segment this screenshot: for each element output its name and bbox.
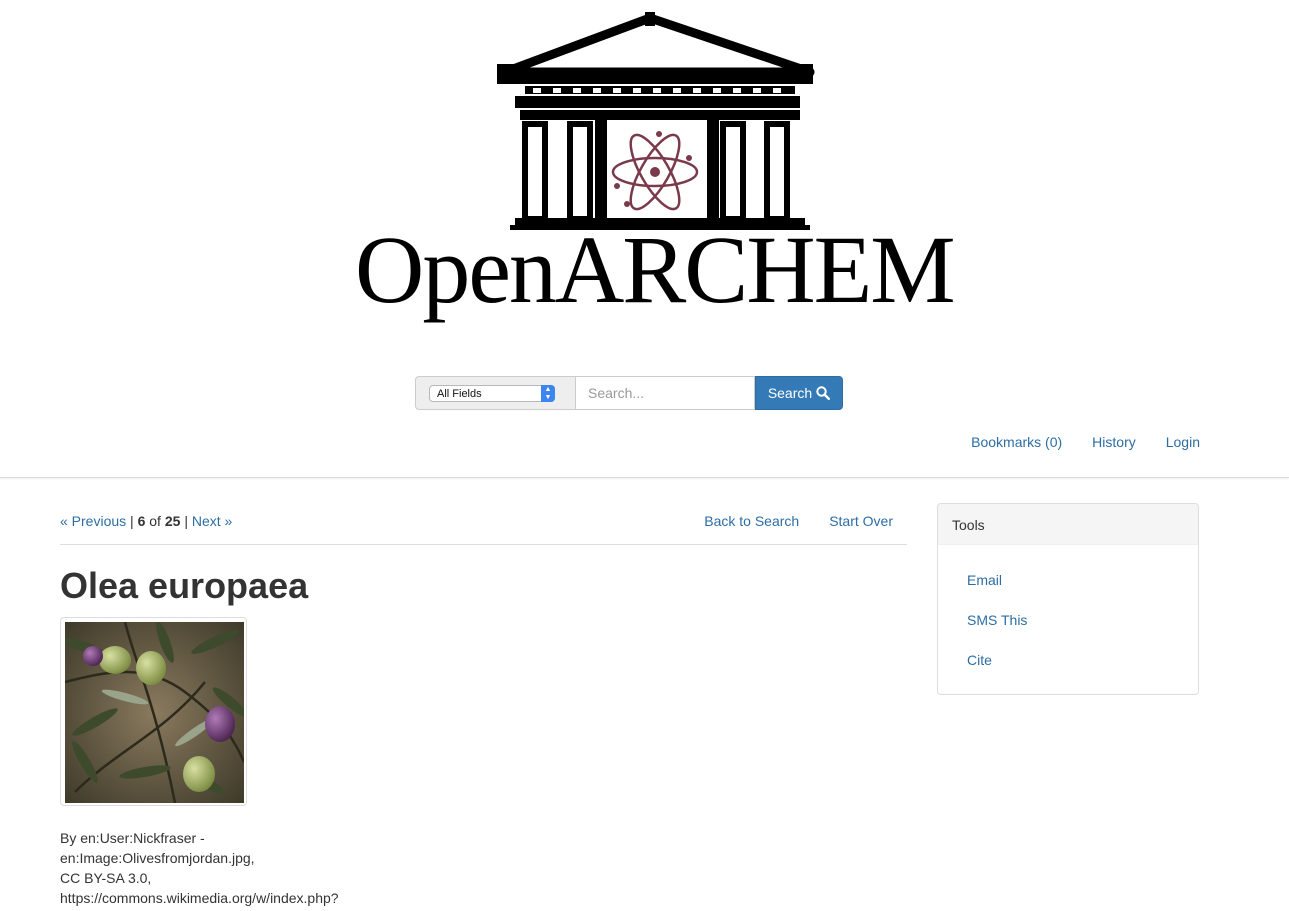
user-nav: Bookmarks (0) History Login: [971, 434, 1200, 450]
tools-list: Email SMS This Cite: [938, 545, 1198, 685]
attribution-line: en:Image:Olivesfromjordan.jpg,: [60, 850, 255, 866]
tools-item-cite: Cite: [967, 645, 1198, 685]
image-attribution: By en:User:Nickfraser - en:Image:Olivesf…: [60, 828, 360, 908]
email-link[interactable]: Email: [967, 572, 1002, 588]
logo-wordmark: OpenARCHEM: [355, 216, 956, 323]
pager-separator: |: [130, 513, 134, 529]
page-header: OpenARCHEM All Fields ▲▼ Search Bookmark…: [0, 0, 1289, 478]
select-arrows-icon: ▲ ▼: [541, 385, 555, 402]
tools-item-sms: SMS This: [967, 605, 1198, 645]
olive-branch-image: [65, 622, 244, 803]
of-label: of: [149, 513, 161, 529]
start-over-link[interactable]: Start Over: [829, 513, 893, 529]
search-context-bar: « Previous | 6 of 25 | Next » Back to Se…: [60, 503, 907, 545]
search-field-group: All Fields ▲ ▼: [415, 376, 575, 410]
search-field-select[interactable]: All Fields ▲ ▼: [429, 385, 555, 402]
site-logo[interactable]: OpenARCHEM: [355, 10, 956, 330]
search-context-links: Back to Search Start Over: [704, 513, 893, 529]
search-field-selected: All Fields: [437, 388, 482, 400]
attribution-line: By en:User:Nickfraser -: [60, 830, 205, 846]
document-title: Olea europaea: [60, 565, 309, 606]
cite-link[interactable]: Cite: [967, 652, 992, 668]
tools-panel-heading: Tools: [938, 504, 1198, 545]
sms-link[interactable]: SMS This: [967, 612, 1027, 628]
back-to-search-link[interactable]: Back to Search: [704, 513, 799, 529]
login-link[interactable]: Login: [1166, 434, 1200, 450]
attribution-line: CC BY-SA 3.0,: [60, 870, 152, 886]
search-button[interactable]: Search: [755, 376, 843, 410]
attribution-line: https://commons.wikimedia.org/w/index.ph…: [60, 890, 339, 906]
document-main: « Previous | 6 of 25 | Next » Back to Se…: [60, 503, 907, 908]
search-form: All Fields ▲ ▼ Search: [415, 376, 843, 410]
result-pager: « Previous | 6 of 25 | Next »: [60, 513, 232, 529]
tools-item-email: Email: [967, 565, 1198, 605]
search-icon: [816, 386, 831, 400]
pager-separator: |: [184, 513, 188, 529]
document-thumbnail[interactable]: [60, 617, 247, 806]
search-input[interactable]: [575, 376, 755, 410]
tools-panel: Tools Email SMS This Cite: [937, 503, 1199, 695]
history-link[interactable]: History: [1092, 434, 1136, 450]
bookmarks-link[interactable]: Bookmarks (0): [971, 434, 1062, 450]
current-position: 6: [137, 513, 146, 529]
previous-link[interactable]: « Previous: [60, 513, 126, 529]
total-count: 25: [164, 513, 181, 529]
next-link[interactable]: Next »: [192, 513, 232, 529]
temple-icon: [497, 12, 815, 230]
search-button-label: Search: [767, 385, 813, 401]
